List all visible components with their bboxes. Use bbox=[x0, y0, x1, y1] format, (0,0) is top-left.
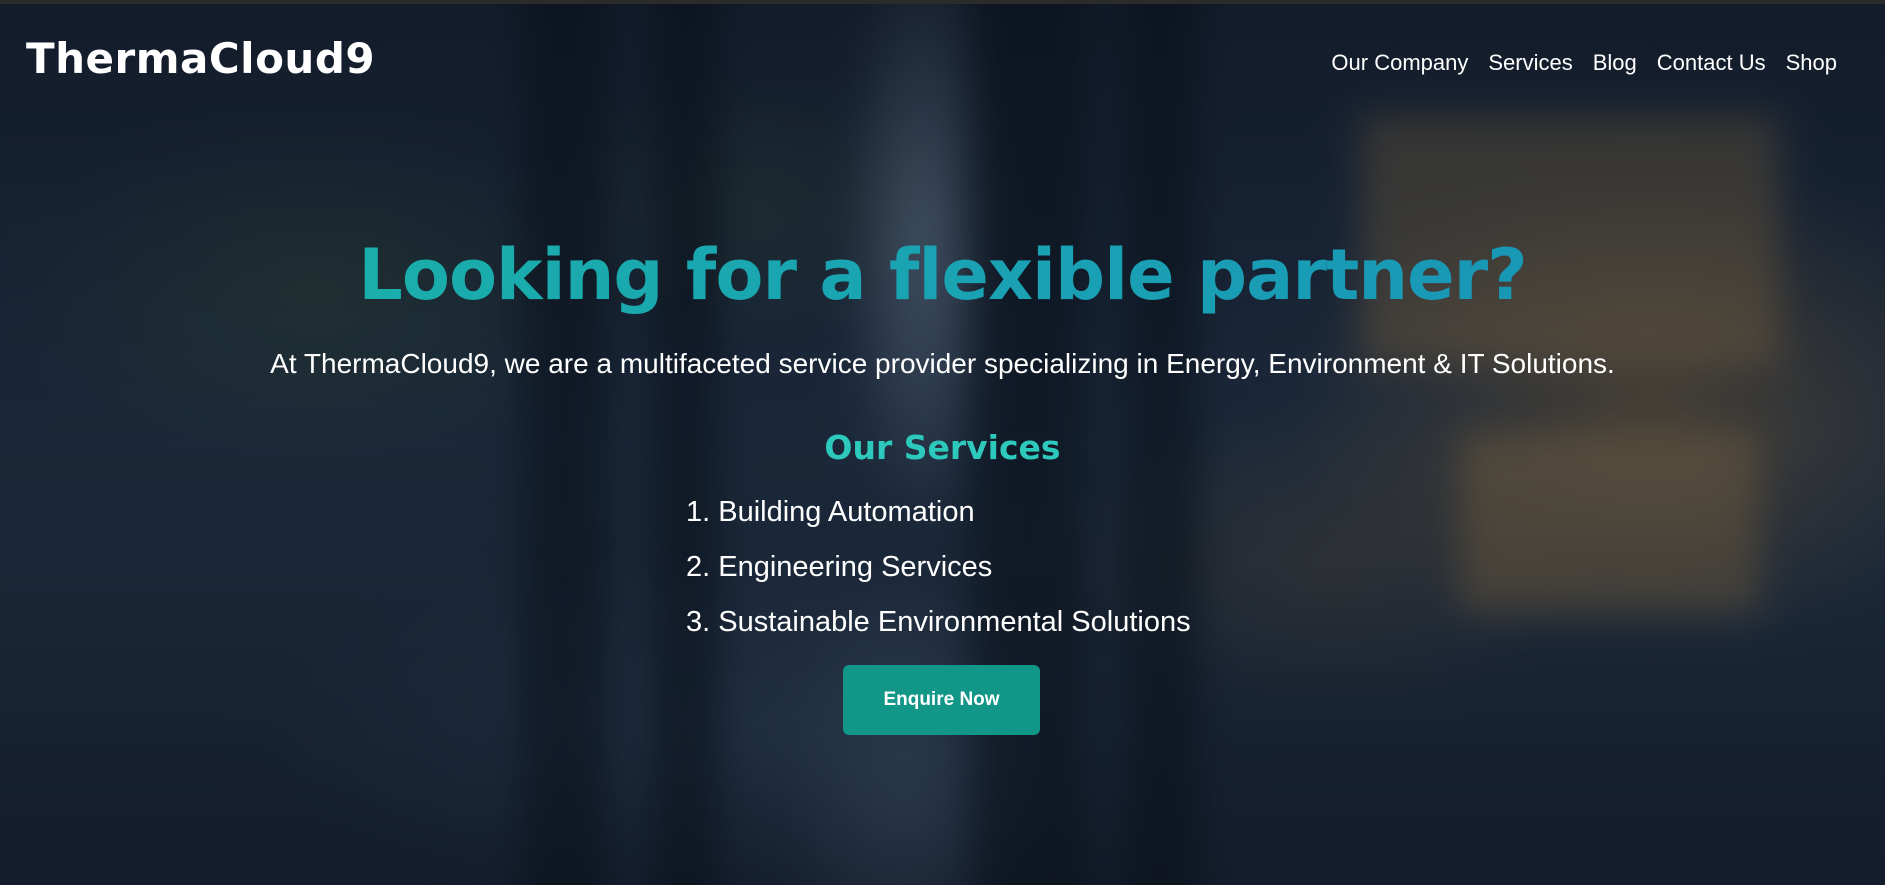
service-item-building-automation: 1. Building Automation bbox=[686, 496, 975, 528]
hero-subheadline: At ThermaCloud9, we are a multifaceted s… bbox=[270, 348, 1615, 379]
enquire-now-button[interactable]: Enquire Now bbox=[843, 665, 1040, 735]
hero-headline: Looking for a flexible partner? bbox=[0, 234, 1885, 316]
nav-link-shop[interactable]: Shop bbox=[1786, 50, 1837, 76]
hero-section: ThermaCloud9 Our Company Services Blog C… bbox=[0, 4, 1885, 885]
services-list: 1. Building Automation 2. Engineering Se… bbox=[686, 490, 1191, 655]
services-title: Our Services bbox=[824, 428, 1061, 467]
nav-link-blog[interactable]: Blog bbox=[1593, 50, 1637, 76]
nav-link-services[interactable]: Services bbox=[1488, 50, 1572, 76]
site-logo[interactable]: ThermaCloud9 bbox=[26, 34, 375, 83]
nav-link-our-company[interactable]: Our Company bbox=[1331, 50, 1468, 76]
main-navigation: Our Company Services Blog Contact Us Sho… bbox=[1331, 50, 1837, 76]
service-item-sustainable-environmental-solutions: 3. Sustainable Environmental Solutions bbox=[686, 606, 1191, 638]
nav-link-contact-us[interactable]: Contact Us bbox=[1657, 50, 1766, 76]
service-item-engineering-services: 2. Engineering Services bbox=[686, 551, 993, 583]
